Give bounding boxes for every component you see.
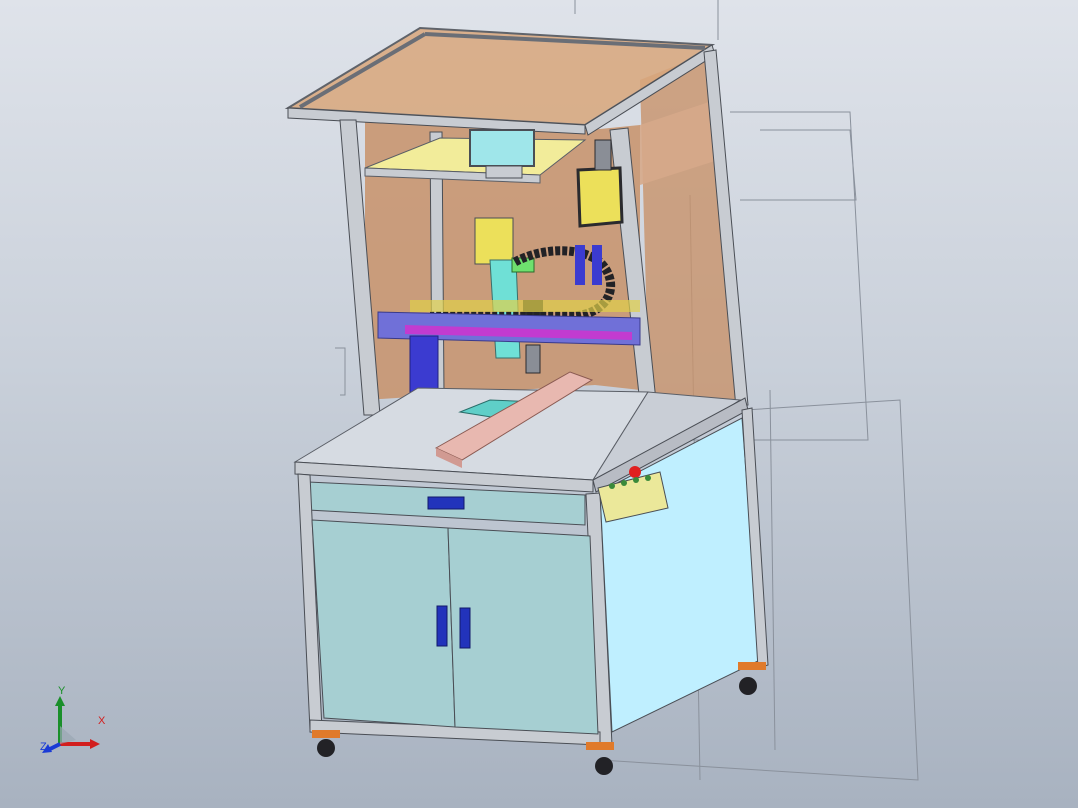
coordinate-triad: X Y Z [36, 686, 116, 758]
y-axis-label: Y [58, 685, 66, 697]
cad-viewport[interactable]: X Y Z [0, 0, 1078, 808]
z-axis-label: Z [40, 741, 47, 753]
x-axis-label: X [98, 715, 106, 727]
machine-model[interactable] [0, 0, 1078, 808]
cabinet-doors [311, 519, 599, 735]
